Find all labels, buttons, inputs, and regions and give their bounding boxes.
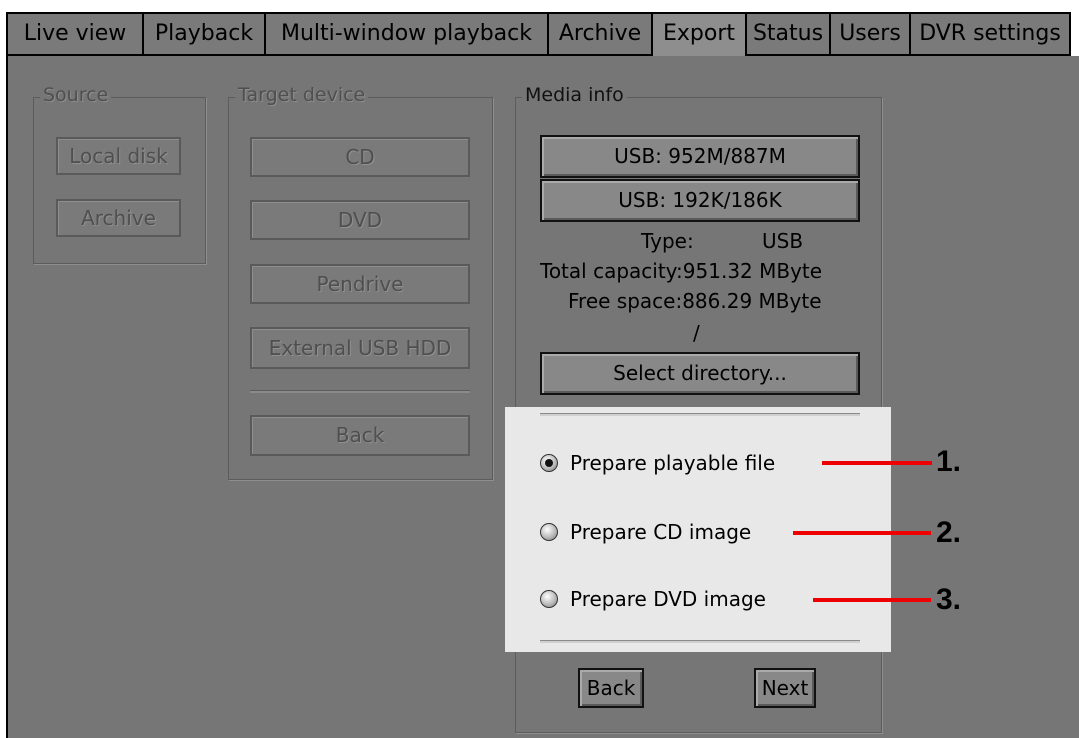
tab-users[interactable]: Users <box>829 12 909 56</box>
target-separator <box>250 390 470 393</box>
directory-path-text: / <box>693 321 700 345</box>
select-directory-button[interactable]: Select directory... <box>540 352 860 395</box>
export-screen: Live view Playback Multi-window playback… <box>0 0 1079 738</box>
callout-label-1: 1. <box>936 445 962 478</box>
callout-line-2 <box>793 531 931 535</box>
tab-archive[interactable]: Archive <box>547 12 651 56</box>
tab-bar: Live view Playback Multi-window playback… <box>6 12 1079 60</box>
target-back-button[interactable]: Back <box>250 415 470 456</box>
tab-dvr-settings[interactable]: DVR settings <box>909 12 1071 56</box>
total-capacity-text: Total capacity:951.32 MByte <box>540 259 823 283</box>
archive-source-button[interactable]: Archive <box>56 199 181 237</box>
option-cd-image[interactable]: Prepare CD image <box>540 517 751 547</box>
tab-live-view[interactable]: Live view <box>6 12 142 56</box>
callout-label-3: 3. <box>936 583 962 616</box>
target-device-group-title: Target device <box>235 84 369 106</box>
radio-selected-icon[interactable] <box>540 454 558 472</box>
cd-button[interactable]: CD <box>250 137 470 177</box>
external-usb-hdd-button[interactable]: External USB HDD <box>250 327 470 369</box>
option-playable-file-label: Prepare playable file <box>570 451 776 475</box>
usb-device-button-2[interactable]: USB: 192K/186K <box>540 179 860 222</box>
pendrive-button[interactable]: Pendrive <box>250 264 470 304</box>
tab-multi-window-playback[interactable]: Multi-window playback <box>264 12 547 56</box>
options-bottom-separator <box>540 640 860 643</box>
media-type-label: Type: <box>641 229 694 253</box>
media-type-value: USB <box>762 229 804 253</box>
media-info-group-title: Media info <box>522 84 627 106</box>
callout-label-2: 2. <box>936 516 962 549</box>
option-playable-file[interactable]: Prepare playable file <box>540 448 775 478</box>
tab-playback[interactable]: Playback <box>142 12 264 56</box>
usb-device-button-1[interactable]: USB: 952M/887M <box>540 135 860 178</box>
radio-unselected-icon[interactable] <box>540 590 558 608</box>
media-back-button[interactable]: Back <box>578 668 644 708</box>
callout-line-3 <box>813 598 931 602</box>
tab-status[interactable]: Status <box>745 12 829 56</box>
radio-unselected-icon[interactable] <box>540 523 558 541</box>
source-group-title: Source <box>40 84 112 106</box>
option-cd-image-label: Prepare CD image <box>570 520 752 544</box>
source-group: Source <box>33 84 206 264</box>
dvd-button[interactable]: DVD <box>250 200 470 240</box>
options-top-separator <box>540 413 860 416</box>
tab-export[interactable]: Export <box>651 12 745 58</box>
option-dvd-image[interactable]: Prepare DVD image <box>540 584 766 614</box>
local-disk-button[interactable]: Local disk <box>56 137 181 175</box>
callout-line-1 <box>822 461 932 465</box>
option-dvd-image-label: Prepare DVD image <box>570 587 766 611</box>
next-button[interactable]: Next <box>754 668 816 708</box>
free-space-text: Free space:886.29 MByte <box>568 289 822 313</box>
